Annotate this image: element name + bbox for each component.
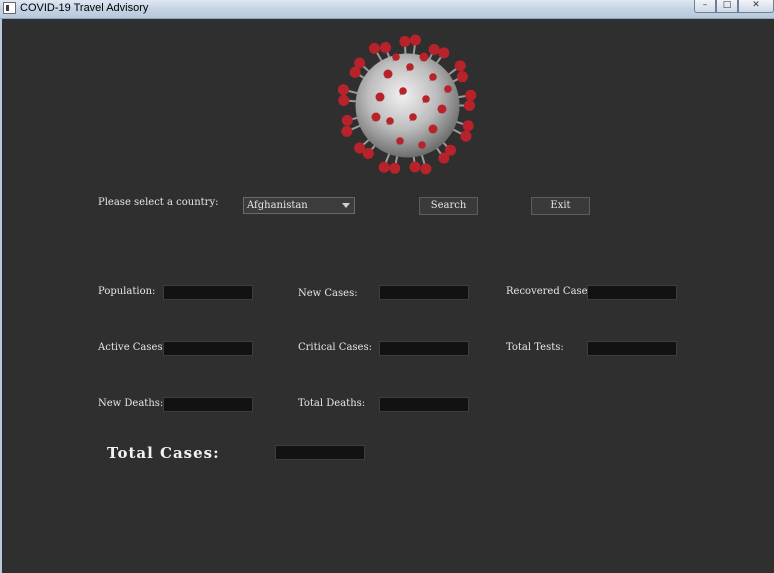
- critical-cases-field[interactable]: [379, 341, 469, 356]
- coronavirus-illustration: [337, 34, 477, 175]
- total-tests-field[interactable]: [587, 341, 677, 356]
- critical-cases-label: Critical Cases:: [298, 342, 372, 353]
- country-dropdown-value: Afghanistan: [247, 200, 308, 211]
- total-cases-label: Total Cases:: [107, 444, 220, 462]
- population-label: Population:: [98, 286, 156, 297]
- window-title: COVID-19 Travel Advisory: [20, 2, 149, 14]
- new-cases-field[interactable]: [379, 285, 469, 300]
- minimize-button[interactable]: –: [694, 0, 716, 13]
- title-bar[interactable]: COVID-19 Travel Advisory – □ ✕: [0, 0, 774, 19]
- new-deaths-label: New Deaths:: [98, 398, 164, 409]
- country-select-label: Please select a country:: [98, 197, 219, 208]
- new-deaths-field[interactable]: [163, 397, 253, 412]
- chevron-down-icon[interactable]: [342, 203, 350, 208]
- country-dropdown[interactable]: Afghanistan: [243, 197, 355, 214]
- exit-button[interactable]: Exit: [531, 197, 590, 215]
- recovered-cases-field[interactable]: [587, 285, 677, 300]
- new-cases-label: New Cases:: [298, 288, 358, 299]
- population-field[interactable]: [163, 285, 253, 300]
- total-deaths-field[interactable]: [379, 397, 469, 412]
- total-deaths-label: Total Deaths:: [298, 398, 366, 409]
- active-cases-field[interactable]: [163, 341, 253, 356]
- maximize-button[interactable]: □: [716, 0, 738, 13]
- close-button[interactable]: ✕: [738, 0, 774, 13]
- search-button[interactable]: Search: [419, 197, 478, 215]
- total-tests-label: Total Tests:: [506, 342, 564, 353]
- app-icon: [3, 2, 16, 14]
- total-cases-field[interactable]: [275, 445, 365, 460]
- active-cases-label: Active Cases:: [98, 342, 166, 353]
- recovered-cases-label: Recovered Cases:: [506, 286, 597, 297]
